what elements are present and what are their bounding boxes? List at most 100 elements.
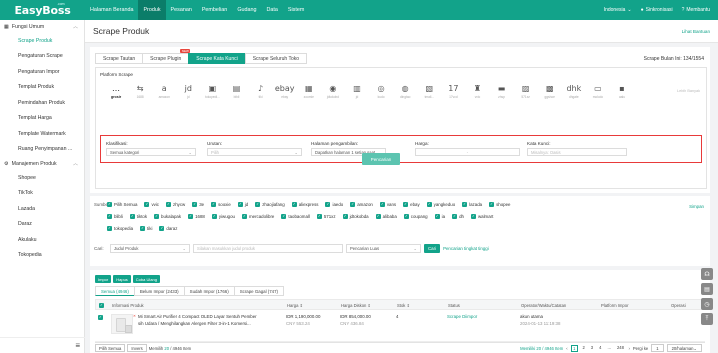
source-checkbox[interactable]: ✓ 571xz — [316, 214, 336, 219]
sidebar-item-daraz[interactable]: Daraz — [0, 217, 84, 233]
source-checkbox[interactable]: ✓ sooxie — [211, 202, 231, 207]
source-checkbox[interactable]: ✓ zhycw — [166, 202, 185, 207]
clock-icon[interactable]: ◷ — [701, 298, 713, 310]
source-checkbox[interactable]: ✓ bukalapak — [154, 214, 181, 219]
title-search-input[interactable]: Silakan masukkan judul produk — [193, 244, 343, 253]
platform-item[interactable]: ▩ ggshoe — [538, 83, 562, 99]
save-link[interactable]: Simpan — [689, 204, 704, 209]
source-checkbox[interactable]: ✓ aliexpress — [291, 202, 318, 207]
source-checkbox[interactable]: ✓ lazada — [462, 202, 482, 207]
retry-button[interactable]: Coba Ulang — [132, 275, 160, 283]
sidebar-item-templat-produk[interactable]: Templat Produk — [0, 80, 84, 96]
platform-item[interactable]: ♜ vvic — [465, 83, 489, 99]
source-checkbox[interactable]: ✓ alibaba — [375, 214, 397, 219]
tab-belum-impor[interactable]: Belum Impor (2433) — [133, 286, 185, 296]
platform-item[interactable]: ⇆ 1688 — [128, 83, 152, 99]
platform-item[interactable]: ▤ bibli — [224, 83, 248, 99]
sync-button[interactable]: ● Sinkronisasi — [641, 7, 673, 13]
delete-button[interactable]: Hapus — [113, 275, 131, 283]
price-range-input[interactable]: - — [415, 148, 520, 156]
source-checkbox[interactable]: ✓ mercadolibre — [241, 214, 274, 219]
source-checkbox[interactable]: ✓ tokopedia — [107, 226, 133, 231]
sidebar-item-lazada[interactable]: Lazada — [0, 201, 84, 217]
page-size-select[interactable]: 20/halaman ⌄ — [666, 344, 702, 352]
sidebar-item-templat-harga[interactable]: Templat Harga — [0, 111, 84, 127]
source-checkbox[interactable]: ✓ jdtokobda — [342, 214, 369, 219]
platform-item[interactable]: dhk dhgate — [562, 83, 586, 99]
select-all-checkbox[interactable]: ✓ — [99, 302, 104, 308]
tab-scrape-kata-kunci[interactable]: Scrape Kata Kunci — [188, 53, 246, 64]
source-checkbox[interactable]: ✓ iaedo — [325, 202, 343, 207]
platform-item[interactable]: ebay ebay — [273, 83, 297, 99]
page-number[interactable]: 4 — [598, 345, 603, 352]
nav-produk[interactable]: Produk — [138, 0, 166, 20]
tab-scrape-gagal[interactable]: Scrape Gagal (747) — [233, 286, 285, 296]
platform-item[interactable]: ◎ kudo — [369, 83, 393, 99]
source-checkbox[interactable]: ✓ tiki — [140, 226, 152, 231]
classification-select[interactable]: Semua kategori ⌄ — [106, 148, 196, 156]
help-button[interactable]: ? Membantu — [682, 7, 710, 13]
platform-item[interactable]: ▧ tmall... — [417, 83, 441, 99]
col-harga[interactable]: Harga ⇕ — [287, 303, 303, 308]
source-checkbox[interactable]: ✓ 3e — [192, 202, 204, 207]
platform-item[interactable]: ▬ zhsp — [490, 83, 514, 99]
page-number[interactable]: ... — [606, 345, 613, 352]
page-number[interactable]: 2 — [581, 345, 586, 352]
match-mode-select[interactable]: Pencarian Luas ⌄ — [346, 244, 421, 253]
advanced-search-link[interactable]: Pencarian tingkat tinggi — [443, 246, 489, 251]
goto-page-input[interactable]: 1 — [651, 344, 664, 352]
nav-pesanan[interactable]: Pesanan — [166, 0, 197, 20]
tab-scrape-tautan[interactable]: Scrape Tautan — [95, 53, 144, 64]
nav-beranda[interactable]: Halaman Beranda — [85, 0, 138, 20]
platform-item[interactable]: a amazon — [152, 83, 176, 99]
import-button[interactable]: Impor — [95, 275, 112, 283]
platform-item[interactable]: ▣ tokopedi... — [200, 83, 224, 99]
row-checkbox[interactable]: ✓ — [98, 314, 103, 320]
tab-scrape-plugin[interactable]: Scrape Plugin NEW — [142, 49, 191, 64]
sidebar-item-scrape-produk[interactable]: Scrape Produk — [0, 33, 84, 49]
source-checkbox[interactable]: ✓ dh — [452, 214, 464, 219]
search-button[interactable]: Pencarian — [362, 153, 400, 165]
next-page-icon[interactable]: › — [628, 346, 629, 351]
source-checkbox[interactable]: ✓ jd — [237, 202, 248, 207]
logo[interactable]: EasyBoss .com — [0, 0, 85, 20]
sidebar-item-ruang-penyimpanan[interactable]: Ruang Penyimpanan ... — [0, 142, 84, 158]
tab-scrape-seluruh-toko[interactable]: Scrape Seluruh Toko — [244, 53, 308, 64]
sidebar-collapse-button[interactable]: ≡ — [0, 337, 85, 353]
more-platforms-link[interactable]: Lebih Banyak — [677, 89, 700, 93]
source-checkbox[interactable]: ✓ coupang — [403, 214, 428, 219]
sidebar-item-pengaturan-impor[interactable]: Pengaturan Impor — [0, 64, 84, 80]
keyword-input[interactable]: Misalnya: Oasis — [527, 148, 627, 156]
sort-select[interactable]: Pilih ⌄ — [207, 148, 302, 156]
source-checkbox[interactable]: ✓ vans — [379, 202, 396, 207]
tab-semua[interactable]: Semua (4946) — [95, 286, 135, 296]
platform-item[interactable]: ◍ dingtao — [393, 83, 417, 99]
back-to-top-icon[interactable]: ⤒ — [701, 313, 713, 325]
select-all-button[interactable]: Pilih Semua — [95, 344, 126, 352]
product-title-line-2[interactable]: sih Udara / Menghilangkan Alergen Filter… — [138, 321, 251, 326]
platform-item[interactable]: ▪ aalu — [610, 83, 634, 99]
source-checkbox[interactable]: ✓ Pilih Semua — [107, 202, 137, 207]
source-checkbox[interactable]: ✓ tiktok — [129, 214, 147, 219]
source-checkbox[interactable]: ✓ blibli — [107, 214, 123, 219]
nav-pembelian[interactable]: Pembelian — [197, 0, 232, 20]
product-thumbnail[interactable] — [111, 314, 133, 334]
platform-item[interactable]: ▥ jd — [345, 83, 369, 99]
source-checkbox[interactable]: ✓ taobaomall — [281, 214, 310, 219]
source-checkbox[interactable]: ✓ yangkeduo — [426, 202, 455, 207]
sidebar-item-pemindahan-produk[interactable]: Pemindahan Produk — [0, 95, 84, 111]
platform-item[interactable]: ▨ 571xz — [514, 83, 538, 99]
help-link[interactable]: Lihat Bantuan — [682, 29, 710, 34]
product-title-line-1[interactable]: Mi Smart Air Purifier 4 Compact OLED Lay… — [138, 314, 257, 319]
platform-item[interactable]: ▭ mokolo — [586, 83, 610, 99]
cari-button[interactable]: Cari — [424, 244, 441, 253]
source-checkbox[interactable]: ✓ ebay — [403, 202, 420, 207]
page-number[interactable]: 1 — [570, 344, 578, 352]
prev-page-icon[interactable]: ‹ — [566, 346, 567, 351]
page-number[interactable]: 248 — [615, 345, 625, 352]
platform-item[interactable]: ▦ zoomie — [297, 83, 321, 99]
nav-data[interactable]: Data — [262, 0, 283, 20]
sidebar-item-shopee[interactable]: Shopee — [0, 170, 84, 186]
language-selector[interactable]: Indonesia ⌄ — [604, 7, 632, 13]
page-number[interactable]: 3 — [589, 345, 594, 352]
